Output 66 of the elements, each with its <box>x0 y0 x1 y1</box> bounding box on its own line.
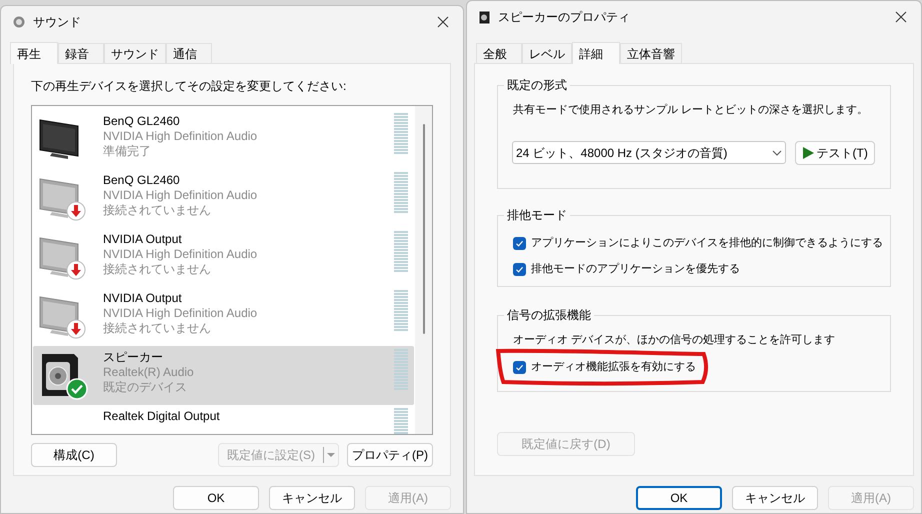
checkbox[interactable] <box>513 361 526 374</box>
device-name: NVIDIA Output <box>103 291 183 306</box>
speaker-icon <box>13 16 25 28</box>
checkbox[interactable] <box>513 262 526 276</box>
checkmark-icon <box>515 264 524 274</box>
device-status: 準備完了 <box>103 144 152 159</box>
device-status: 接続されていません <box>103 321 212 336</box>
tab[interactable]: サウンド <box>104 43 166 63</box>
device-driver: Realtek(R) Audio <box>103 365 195 380</box>
device-driver: NVIDIA High Definition Audio <box>103 247 258 262</box>
group-title: 信号の拡張機能 <box>504 307 594 323</box>
test-button[interactable]: テスト(T) <box>795 140 875 164</box>
dialog-button[interactable]: プロパティ(P) <box>347 443 433 467</box>
device-driver: NVIDIA High Definition Audio <box>103 129 258 144</box>
level-meter-icon <box>394 113 408 155</box>
device-driver: NVIDIA High Definition Audio <box>103 188 258 203</box>
tab[interactable]: 再生 <box>10 42 58 64</box>
device-row[interactable]: BenQ GL2460 NVIDIA High Definition Audio 接続されていません <box>33 169 414 228</box>
tab[interactable]: 立体音響 <box>620 43 682 63</box>
level-meter-icon <box>394 172 408 214</box>
format-dropdown[interactable]: 24 ビット、48000 Hz (スタジオの音質) <box>512 141 786 164</box>
tab[interactable]: レベル <box>522 43 572 63</box>
close-icon[interactable] <box>437 16 449 28</box>
device-row[interactable]: NVIDIA Output NVIDIA High Definition Audio 接続されていません <box>33 228 414 287</box>
scrollbar[interactable] <box>415 106 432 434</box>
group-title: 既定の形式 <box>504 77 570 93</box>
level-meter-icon <box>394 290 408 332</box>
device-row[interactable]: BenQ GL2460 NVIDIA High Definition Audio 準備完了 <box>33 110 414 169</box>
checkbox[interactable] <box>513 236 526 250</box>
instruction-text: 下の再生デバイスを選択してその設定を変更してください: <box>31 78 348 95</box>
chevron-down-icon <box>772 150 782 156</box>
device-status: 既定のデバイス <box>103 380 188 395</box>
tab[interactable]: 録音 <box>58 43 104 63</box>
checkmark-icon <box>515 238 524 248</box>
dialog-button[interactable]: キャンセル <box>732 486 818 510</box>
group-title: 排他モード <box>504 207 570 223</box>
device-name: BenQ GL2460 <box>103 114 181 129</box>
checkmark-icon <box>515 363 524 372</box>
device-driver: NVIDIA High Definition Audio <box>103 306 258 321</box>
device-name: スピーカー <box>103 350 164 365</box>
description-text: 共有モードで使用されるサンプル レートとビットの深さを選択します。 <box>513 102 870 118</box>
window-title: スピーカーのプロパティ <box>498 9 631 26</box>
tab[interactable]: 通信 <box>166 43 212 63</box>
level-meter-icon <box>394 231 408 273</box>
dialog-button[interactable]: 構成(C) <box>31 443 117 467</box>
device-row[interactable]: Realtek Digital Output <box>33 405 414 434</box>
window-title: サウンド <box>33 14 82 31</box>
device-name: NVIDIA Output <box>103 232 183 247</box>
dialog-button[interactable]: キャンセル <box>269 486 355 510</box>
speaker-icon <box>479 10 490 24</box>
device-row[interactable]: スピーカー Realtek(R) Audio 既定のデバイス <box>33 346 414 405</box>
description-text: オーディオ デバイスが、ほかの信号の処理することを許可します <box>513 333 836 348</box>
device-name: BenQ GL2460 <box>103 173 181 188</box>
dialog-button[interactable]: OK <box>173 486 259 510</box>
level-meter-icon <box>394 349 408 391</box>
close-icon[interactable] <box>895 11 907 23</box>
device-name: Realtek Digital Output <box>103 409 221 424</box>
tab[interactable]: 詳細 <box>572 42 620 64</box>
device-status: 接続されていません <box>103 262 212 277</box>
checkbox-label[interactable]: アプリケーションによりこのデバイスを排他的に制御できるようにする <box>531 234 883 252</box>
checkbox-label[interactable]: 排他モードのアプリケーションを優先する <box>531 260 740 278</box>
device-row[interactable]: NVIDIA Output NVIDIA High Definition Audio 接続されていません <box>33 287 414 346</box>
play-icon <box>802 146 814 158</box>
device-status: 接続されていません <box>103 203 212 218</box>
dialog-button[interactable]: OK <box>636 486 722 510</box>
tab[interactable]: 全般 <box>476 43 522 63</box>
